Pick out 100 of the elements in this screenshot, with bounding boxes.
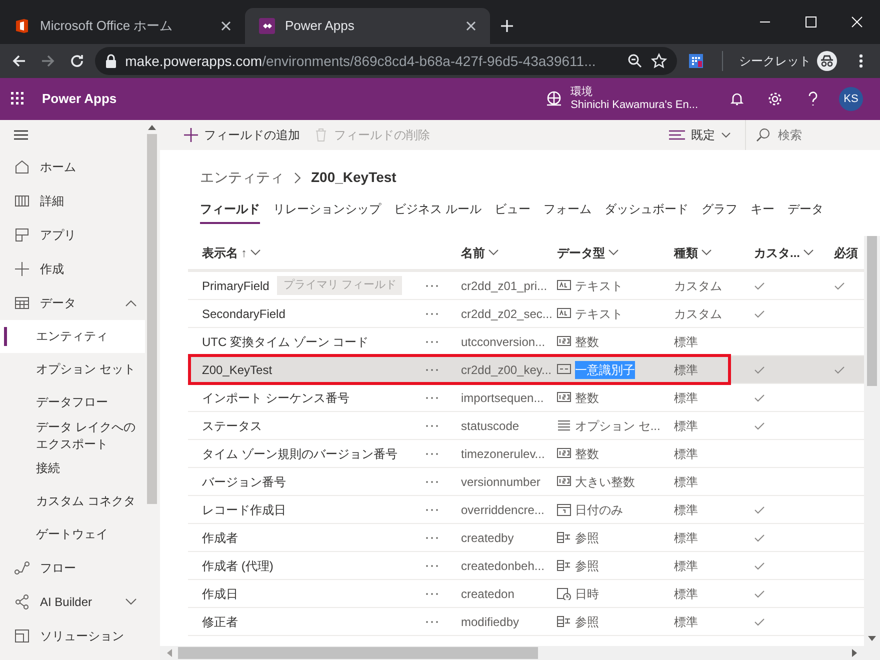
app-launcher-icon[interactable] [10, 91, 26, 107]
table-cell: 標準 [674, 446, 698, 460]
more-icon[interactable] [425, 424, 439, 428]
table-row[interactable]: 作成者 (代理) createdonbeh... 参照 標準 [188, 552, 864, 580]
chevron-down-icon[interactable] [250, 249, 261, 256]
zoom-icon[interactable] [627, 53, 644, 69]
scrollbar-thumb[interactable] [867, 236, 877, 386]
tab[interactable]: フィールド [200, 200, 260, 224]
incognito-icon[interactable] [816, 51, 837, 71]
chevron-down-icon[interactable] [488, 249, 499, 256]
settings-icon[interactable] [767, 91, 783, 107]
chevron-right-icon [294, 172, 301, 184]
search-field[interactable]: 検索 [776, 125, 876, 145]
table-row[interactable]: 作成者 createdby 参照 標準 [188, 524, 864, 552]
table-cell-text: PrimaryField [202, 278, 270, 294]
scroll-right-icon[interactable] [852, 649, 858, 657]
nav-item[interactable]: AI Builder [0, 585, 145, 619]
more-icon[interactable] [425, 312, 439, 316]
column-header[interactable]: カスタ... [754, 244, 800, 262]
more-icon[interactable] [425, 564, 439, 568]
forward-icon[interactable] [40, 53, 56, 69]
more-icon[interactable] [425, 368, 439, 372]
tab[interactable]: ビジネス ルール [394, 200, 482, 224]
nav-item[interactable]: オプション セット [0, 353, 145, 386]
more-icon[interactable] [425, 452, 439, 456]
nav-item[interactable]: ホーム [0, 150, 145, 184]
table-cell: 標準 [674, 530, 698, 544]
nav-item[interactable]: ソリューション [0, 619, 145, 653]
tab[interactable]: キー [750, 200, 774, 224]
table-row[interactable]: Z00_KeyTest cr2dd_z00_key... 一意識別子 標準 [188, 356, 864, 384]
table-row[interactable]: レコード作成日 overriddencre... 日付のみ 標準 [188, 496, 864, 524]
nav-item[interactable]: カスタム コネクタ [0, 485, 145, 518]
nav-item[interactable]: 作成 [0, 252, 145, 286]
back-icon[interactable] [10, 53, 27, 69]
nav-item[interactable]: ゲートウェイ [0, 518, 145, 551]
close-icon[interactable] [466, 21, 476, 31]
address-bar[interactable]: make.powerapps.com/environments/869c8cd4-b68a-427f-96d5-43a39611... [95, 47, 678, 75]
tab[interactable]: データ [787, 200, 824, 224]
table-row[interactable]: 修正者 modifiedby 参照 標準 [188, 608, 864, 636]
scroll-up-icon[interactable] [148, 124, 156, 130]
breadcrumb-link[interactable]: エンティティ [200, 167, 284, 188]
more-icon[interactable] [425, 620, 439, 624]
chevron-down-icon[interactable] [608, 249, 619, 256]
tab[interactable]: リレーションシップ [273, 200, 381, 224]
sort-indicator[interactable]: ↑ [241, 244, 247, 262]
nav-item[interactable]: エンティティ [0, 320, 145, 353]
extension-icon[interactable] [688, 53, 704, 69]
reload-icon[interactable] [68, 53, 85, 69]
nav-item[interactable]: 詳細 [0, 184, 145, 218]
tab[interactable]: ダッシュボード [604, 200, 688, 224]
star-icon[interactable] [651, 53, 668, 69]
add-field-button[interactable]: フィールドの追加 [184, 126, 300, 144]
nav-item[interactable]: アプリ [0, 218, 145, 252]
more-icon[interactable] [859, 53, 864, 69]
browser-tab[interactable]: Microsoft Office ホーム [0, 8, 245, 44]
chevron-icon[interactable] [125, 598, 137, 606]
table-row[interactable]: ステータス statuscode オプション セ... 標準 [188, 412, 864, 440]
table-row[interactable]: インポート シーケンス番号 importsequen... 整数 標準 [188, 384, 864, 412]
table-row[interactable]: SecondaryField cr2dd_z02_sec... テキスト カスタム [188, 300, 864, 328]
nav-item[interactable]: フロー [0, 551, 145, 585]
more-icon[interactable] [425, 284, 439, 288]
nav-item[interactable]: 接続 [0, 452, 145, 485]
table-cell-text: 作成日 [202, 586, 238, 602]
scroll-down-icon[interactable] [868, 636, 876, 642]
chevron-down-icon[interactable] [701, 249, 712, 256]
scrollbar-thumb[interactable] [147, 134, 157, 504]
table-row[interactable]: バージョン番号 versionnumber 大きい整数 標準 [188, 468, 864, 496]
more-icon[interactable] [425, 592, 439, 596]
column-header[interactable]: 種類 [674, 244, 698, 262]
column-header[interactable]: 名前 [461, 244, 485, 262]
tab[interactable]: フォーム [543, 200, 592, 224]
table-row[interactable]: PrimaryField プライマリ フィールド cr2dd_z01_pri... テキスト カスタム [188, 272, 864, 300]
more-icon[interactable] [425, 396, 439, 400]
more-icon[interactable] [425, 340, 439, 344]
chevron-icon[interactable] [125, 299, 137, 307]
chevron-down-icon[interactable] [803, 249, 814, 256]
table-row[interactable]: タイム ゾーン規則のバージョン番号 timezonerulev... 整数 標準 [188, 440, 864, 468]
tab[interactable]: グラフ [701, 200, 738, 224]
column-header[interactable]: 必須 [834, 244, 858, 262]
browser-tab[interactable]: Power Apps [245, 8, 490, 44]
nav-item[interactable]: データ レイクへのエクスポート [0, 419, 145, 452]
scrollbar-thumb[interactable] [178, 647, 538, 659]
more-icon[interactable] [425, 508, 439, 512]
table-row[interactable]: 作成日 createdon 日時 標準 [188, 580, 864, 608]
nav-item[interactable]: データフロー [0, 386, 145, 419]
bell-icon[interactable] [729, 91, 745, 107]
help-icon[interactable] [807, 91, 819, 107]
column-header[interactable]: 表示名 [202, 244, 238, 262]
maximize-icon[interactable] [805, 16, 817, 28]
close-icon[interactable] [221, 21, 231, 31]
column-header[interactable]: データ型 [557, 244, 605, 262]
nav-item[interactable]: データ [0, 286, 145, 320]
more-icon[interactable] [425, 480, 439, 484]
new-tab-icon[interactable] [500, 19, 514, 33]
user-avatar[interactable]: KS [839, 87, 863, 111]
tab[interactable]: ビュー [494, 200, 530, 224]
more-icon[interactable] [425, 536, 439, 540]
menu-icon[interactable] [14, 129, 28, 141]
environment-picker[interactable]: 環境 Shinichi Kawamura's En... [544, 86, 698, 112]
view-menu[interactable]: 既定 [669, 126, 731, 144]
